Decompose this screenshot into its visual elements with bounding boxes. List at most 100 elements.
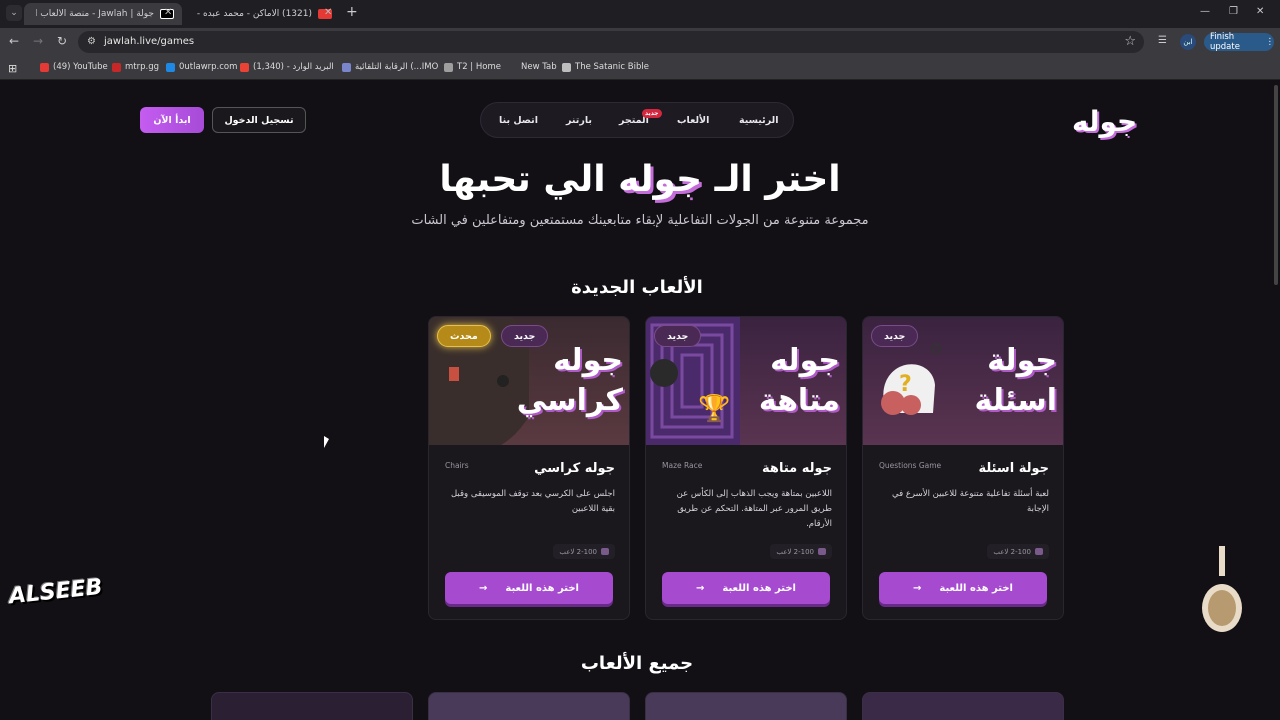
game-card-questions[interactable]: جولة اسئلة ? ⚙ جديد جولة اسئلة Questions… — [862, 316, 1064, 620]
nav-games[interactable]: الألعاب — [677, 115, 709, 126]
mtrp-icon — [112, 62, 121, 72]
back-icon[interactable]: ← — [9, 34, 19, 48]
nav-contact[interactable]: اتصل بنا — [499, 115, 538, 126]
site-logo[interactable]: جوله — [1072, 105, 1138, 138]
more-icon: ⋮ — [1265, 37, 1275, 47]
gmail-icon — [240, 62, 249, 72]
pick-game-button[interactable]: اختر هذه اللعبة → — [662, 572, 830, 604]
browser-toolbar: ← → ↻ ⚙ jawlah.live/games ☆ ☰ — [0, 28, 1280, 56]
close-icon[interactable]: ✕ — [164, 7, 172, 18]
outlaw-icon — [166, 62, 175, 72]
bookmark-imo[interactable]: الرقابة التلقائية (...IMO — [342, 62, 438, 72]
game-card-preview[interactable] — [645, 692, 847, 720]
status-badge: جديد — [654, 325, 702, 347]
game-card-preview[interactable] — [211, 692, 413, 720]
url-text: jawlah.live/games — [104, 36, 195, 47]
card-subtitle: Questions Game — [879, 461, 942, 470]
hero-title: اختر الـ جوله الي تحبها — [340, 159, 940, 200]
hero-title-suffix: الي تحبها — [439, 159, 606, 200]
hero-title-prefix: اختر الـ — [714, 159, 841, 200]
svg-text:🏆: 🏆 — [698, 393, 730, 424]
card-description: اللاعبين بمتاهة ويجب الذهاب إلى الكأس عن… — [676, 489, 832, 529]
forward-icon[interactable]: → — [33, 34, 43, 48]
bookmarks-bar: ⊞ (49) YouTube mtrp.gg 0utlawrp.com البر… — [0, 56, 1280, 80]
card-image-title: جوله كراسي — [516, 343, 623, 418]
pick-game-label: اختر هذه اللعبة — [722, 582, 796, 594]
arrow-icon: → — [913, 582, 922, 594]
nav-partner[interactable]: بارتنر — [566, 115, 592, 126]
bookmark-gmail[interactable]: البريد الوارد - (1,340) — [240, 62, 334, 72]
discord-icon — [342, 62, 351, 72]
new-tab-icon[interactable]: + — [346, 4, 358, 20]
card-subtitle: Maze Race — [662, 461, 703, 470]
tab-youtube[interactable]: (1321) الاماكن - محمد عبده - حـ... ✕ — [184, 3, 340, 25]
players-count: 2-100 لاعب — [553, 544, 615, 559]
restore-icon[interactable]: ❐ — [1229, 6, 1238, 17]
bookmark-outlaw[interactable]: 0utlawrp.com — [166, 62, 237, 72]
status-badge: جديد — [871, 325, 919, 347]
tab-search-button[interactable]: ⌄ — [6, 5, 22, 21]
all-games-title: جميع الألعاب — [580, 653, 694, 674]
card-title: جوله كراسي — [534, 461, 615, 476]
card-description: لعبة أسئلة تفاعلية متنوعة للاعبين الأسرع… — [892, 489, 1049, 514]
brain-head-icon: ? — [881, 364, 935, 415]
players-count: 2-100 لاعب — [770, 544, 832, 559]
new-badge: جديد — [642, 109, 662, 118]
players-label: 2-100 لاعب — [559, 547, 597, 556]
login-button[interactable]: تسجيل الدخول — [212, 107, 306, 133]
card-description: اجلس على الكرسي بعد توقف الموسيقى وقبل ب… — [450, 489, 615, 514]
page-content: جوله الرئيسية الألعاب المتجر جديد بارتنر… — [0, 81, 1280, 720]
page-icon — [508, 62, 517, 72]
mouse-cursor — [324, 436, 329, 448]
pick-game-button[interactable]: اختر هذه اللعبة → — [879, 572, 1047, 604]
bookmark-label: The Satanic Bible — [575, 62, 649, 72]
finish-update-label: Finish update — [1210, 32, 1240, 52]
pick-game-label: اختر هذه اللعبة — [939, 582, 1013, 594]
bookmark-t2[interactable]: T2 | Home — [444, 62, 501, 72]
site-info-icon[interactable]: ⚙ — [87, 36, 96, 47]
players-label: 2-100 لاعب — [776, 547, 814, 556]
minimize-icon[interactable]: — — [1200, 6, 1210, 17]
browser-tab-strip: ⌄ جولة | Jawlah - منصة الألعاب الت... ✕ … — [0, 0, 1280, 28]
svg-text:?: ? — [899, 372, 912, 397]
bookmark-label: New Tab — [521, 62, 557, 72]
game-card-chairs[interactable]: جوله كراسي جديد محدث جوله كراسي Chairs ا… — [428, 316, 630, 620]
bookmark-newtab[interactable]: New Tab — [508, 62, 557, 72]
address-bar[interactable]: ⚙ jawlah.live/games ☆ — [78, 31, 1144, 53]
reload-icon[interactable]: ↻ — [57, 34, 67, 48]
game-card-preview[interactable] — [862, 692, 1064, 720]
players-count: 2-100 لاعب — [987, 544, 1049, 559]
card-image-title: جولة اسئلة — [974, 343, 1057, 418]
bookmark-satanic[interactable]: The Satanic Bible — [562, 62, 649, 72]
game-card-preview[interactable] — [428, 692, 630, 720]
users-icon — [1035, 548, 1043, 555]
book-icon — [562, 62, 571, 72]
new-games-title: الألعاب الجديدة — [571, 277, 703, 298]
bookmark-mtrp[interactable]: mtrp.gg — [112, 62, 159, 72]
game-card-maze[interactable]: جوله متاهة 🏆 جديد جوله متاهة Maze Race ا… — [645, 316, 847, 620]
bookmark-star-icon[interactable]: ☆ — [1124, 34, 1136, 49]
tab-title: جولة | Jawlah - منصة الألعاب الت... — [36, 9, 154, 19]
scrollbar[interactable] — [1274, 85, 1278, 285]
updated-badge: محدث — [437, 325, 491, 347]
finish-update-button[interactable]: Finish update ⋮ — [1204, 32, 1275, 52]
nav-home[interactable]: الرئيسية — [739, 115, 778, 126]
players-label: 2-100 لاعب — [993, 547, 1031, 556]
arrow-icon: → — [696, 582, 705, 594]
main-nav: الرئيسية الألعاب المتجر جديد بارتنر اتصل… — [480, 102, 794, 138]
reading-list-icon[interactable]: ☰ — [1158, 35, 1167, 46]
t2-icon — [444, 62, 453, 72]
bookmark-label: البريد الوارد - (1,340) — [253, 62, 334, 72]
arrow-icon: → — [479, 582, 488, 594]
profile-avatar[interactable]: ابن — [1180, 34, 1196, 50]
bookmark-youtube[interactable]: (49) YouTube — [40, 62, 108, 72]
start-now-button[interactable]: ابدأ الآن — [140, 107, 204, 133]
close-window-icon[interactable]: ✕ — [1256, 6, 1264, 17]
status-badge: جديد — [501, 325, 549, 347]
apps-icon[interactable]: ⊞ — [8, 62, 17, 75]
card-subtitle: Chairs — [445, 461, 469, 470]
tab-jawlah[interactable]: جولة | Jawlah - منصة الألعاب الت... ✕ — [24, 3, 182, 25]
close-icon[interactable]: ✕ — [324, 7, 332, 18]
hero-subtitle: مجموعة متنوعة من الجولات التفاعلية لإبقا… — [411, 213, 869, 228]
pick-game-button[interactable]: اختر هذه اللعبة → — [445, 572, 613, 604]
